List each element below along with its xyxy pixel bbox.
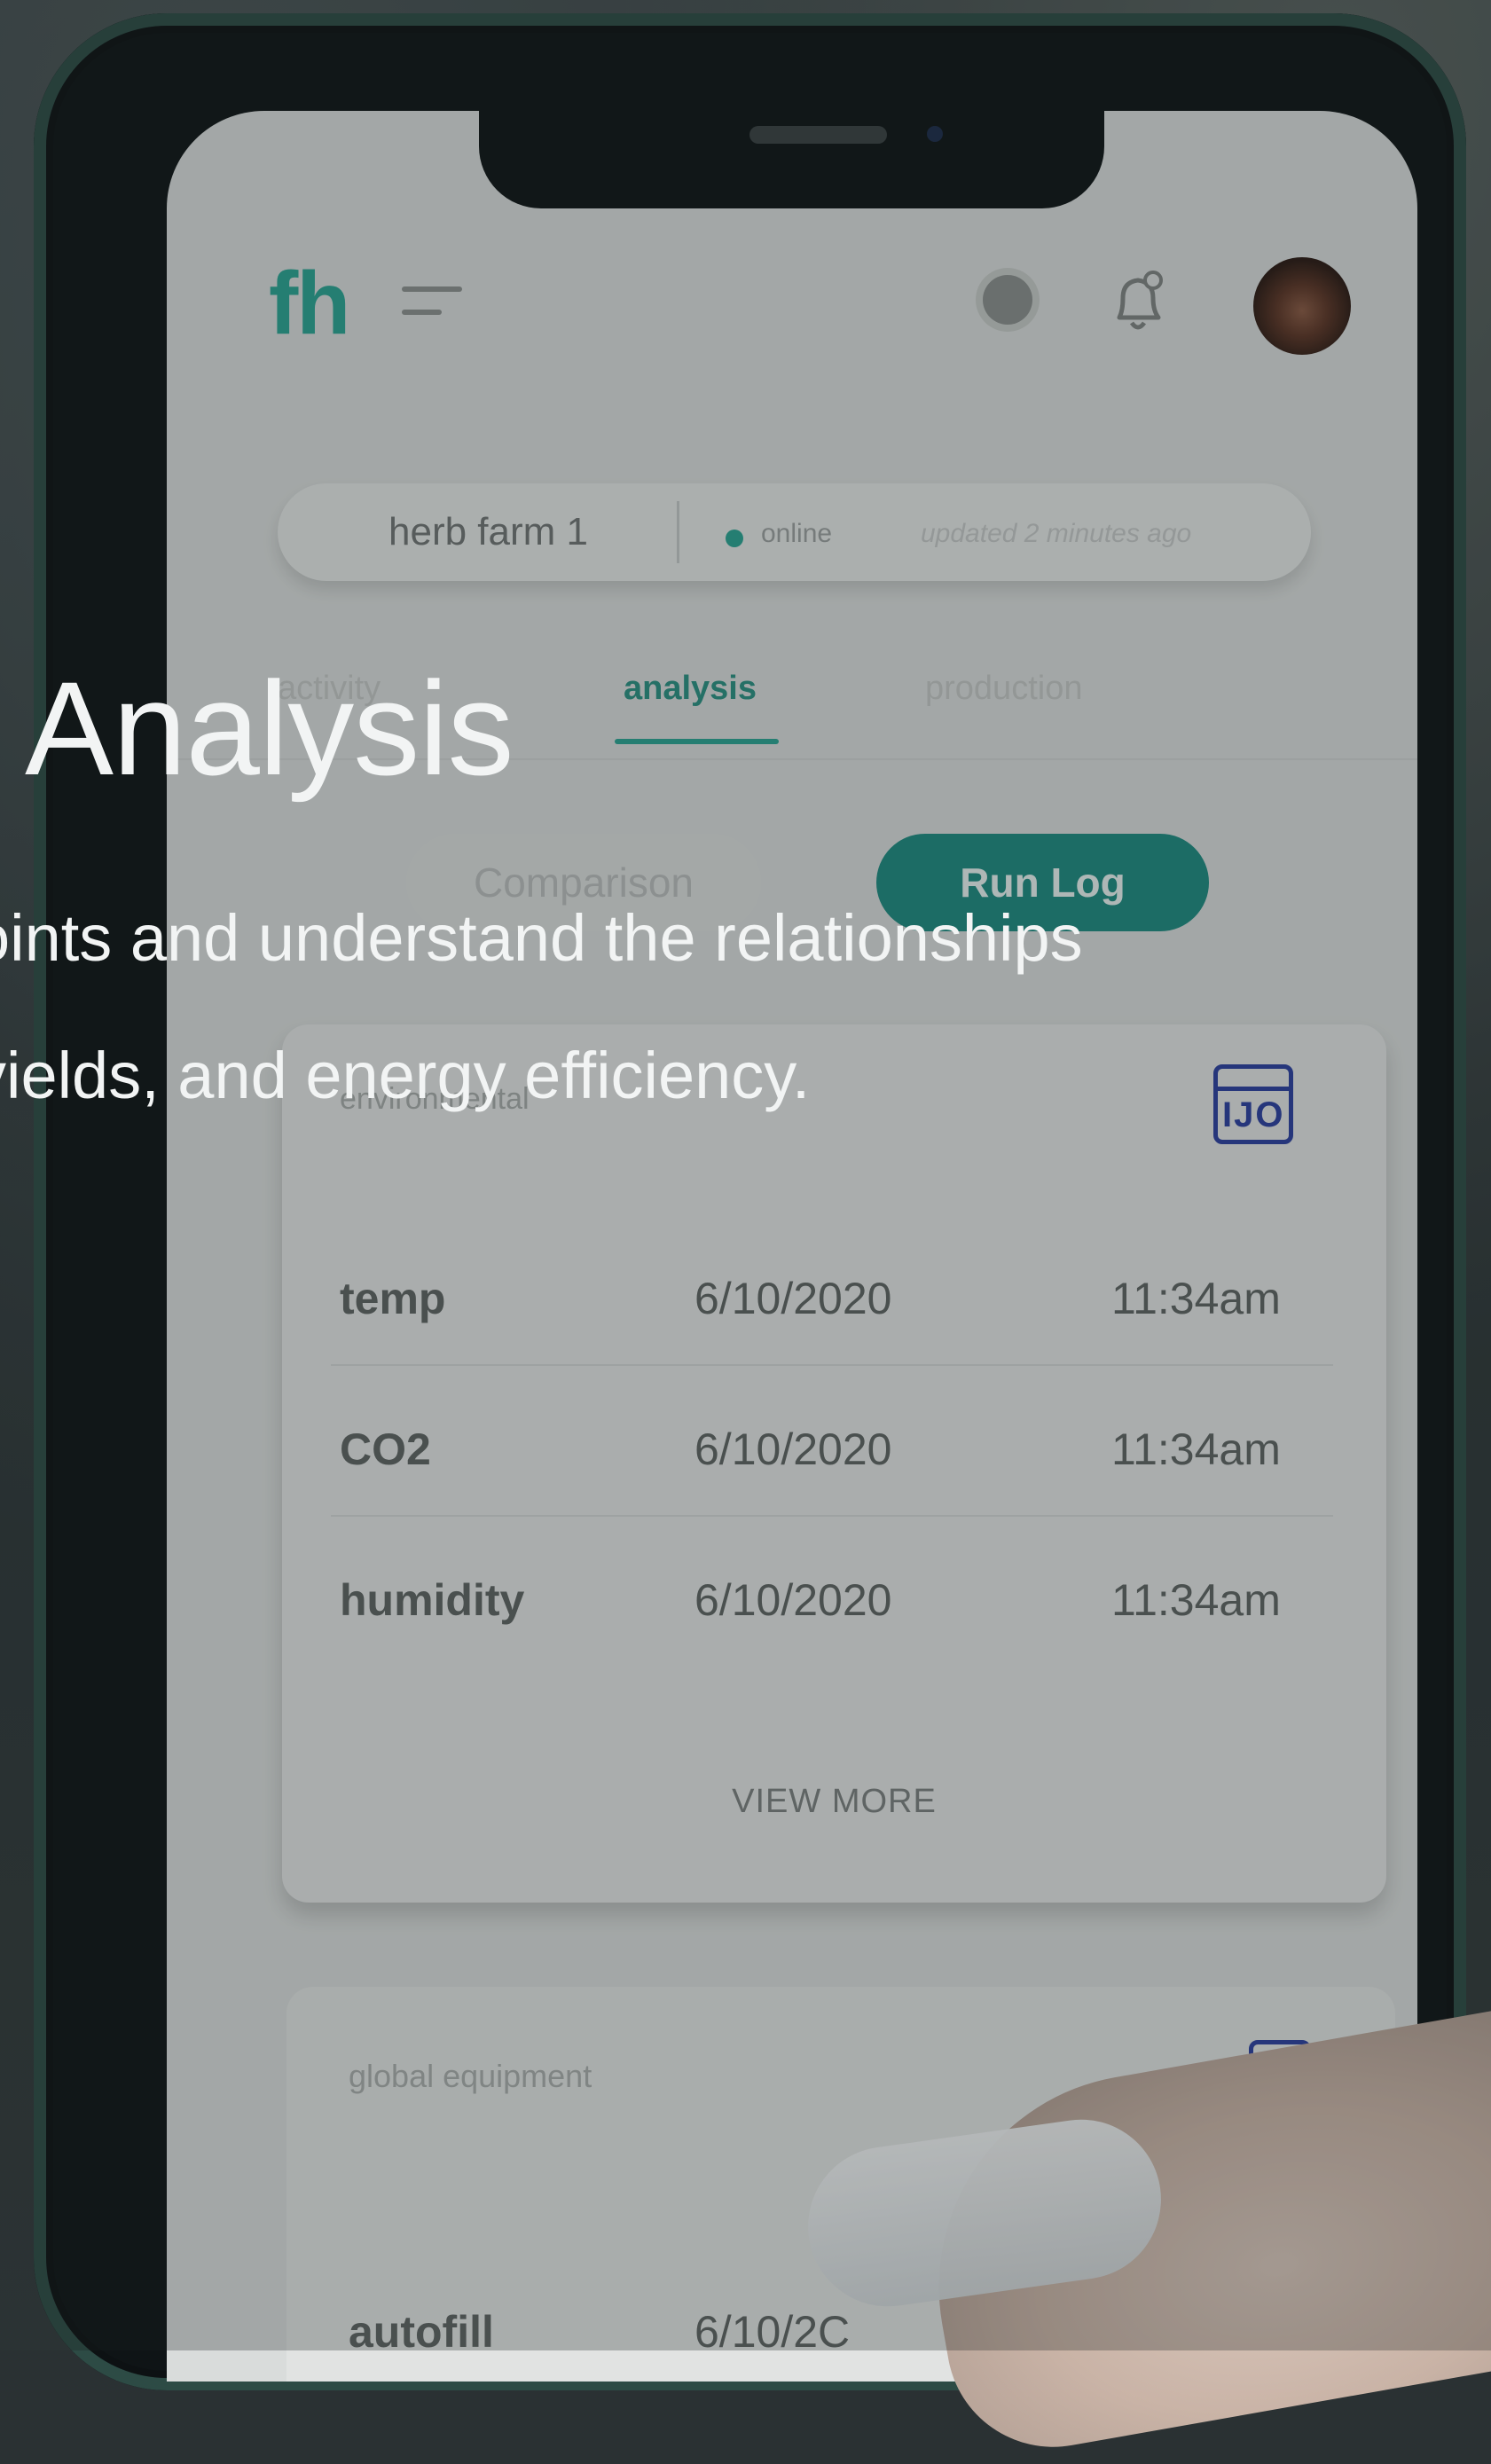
table-view-icon[interactable]: IJO <box>1213 1064 1293 1144</box>
app-logo: fh <box>269 254 350 353</box>
phone: fh herb farm 1 online updated 2 minutes … <box>34 13 1466 2390</box>
row-date: 6/10/2C <box>694 2307 851 2357</box>
hero-text-line: yields, and energy efficiency. <box>0 1039 811 1112</box>
view-more-link[interactable]: VIEW MORE <box>282 1783 1386 1821</box>
app-header: fh <box>167 253 1417 377</box>
card-title: global equipment <box>349 2058 592 2094</box>
online-status-icon <box>726 530 743 547</box>
divider <box>677 501 679 563</box>
hero-text-line: oints and understand the relationships <box>0 901 1083 975</box>
farm-name: herb farm 1 <box>388 510 588 553</box>
tab-production[interactable]: production <box>925 670 1082 708</box>
status-text: online <box>761 519 833 548</box>
row-time: 11:34am <box>1111 1575 1281 1625</box>
row-date: 6/10/2020 <box>694 1274 892 1323</box>
phone-notch <box>479 111 1104 208</box>
bell-icon[interactable] <box>1107 266 1169 337</box>
tab-analysis[interactable]: analysis <box>624 670 757 708</box>
camera <box>927 126 943 142</box>
farm-status-bar[interactable]: herb farm 1 online updated 2 minutes ago <box>278 483 1311 581</box>
row-name: humidity <box>340 1575 525 1625</box>
row-date: 6/10/2020 <box>694 1575 892 1625</box>
speaker <box>749 126 887 144</box>
log-card: environmental IJO temp 6/10/2020 11:34am… <box>282 1024 1386 1903</box>
phone-screen: fh herb farm 1 online updated 2 minutes … <box>167 111 1417 2382</box>
table-row[interactable]: humidity 6/10/2020 11:34am <box>331 1517 1333 1668</box>
row-name: CO2 <box>340 1424 431 1474</box>
table-row[interactable]: temp 6/10/2020 11:34am <box>331 1215 1333 1366</box>
table-row[interactable]: CO2 6/10/2020 11:34am <box>331 1366 1333 1517</box>
row-name: autofill <box>349 2307 494 2357</box>
row-date: 6/10/2020 <box>694 1424 892 1474</box>
hero-title: Analysis <box>25 654 514 803</box>
row-time: 11:34am <box>1111 1424 1281 1474</box>
row-name: temp <box>340 1274 446 1323</box>
row-time: 11:34am <box>1111 1274 1281 1323</box>
menu-icon[interactable] <box>402 286 464 331</box>
active-tab-indicator <box>615 739 779 744</box>
avatar[interactable] <box>1253 257 1351 355</box>
updated-text: updated 2 minutes ago <box>921 519 1192 548</box>
sun-icon[interactable] <box>983 275 1032 325</box>
